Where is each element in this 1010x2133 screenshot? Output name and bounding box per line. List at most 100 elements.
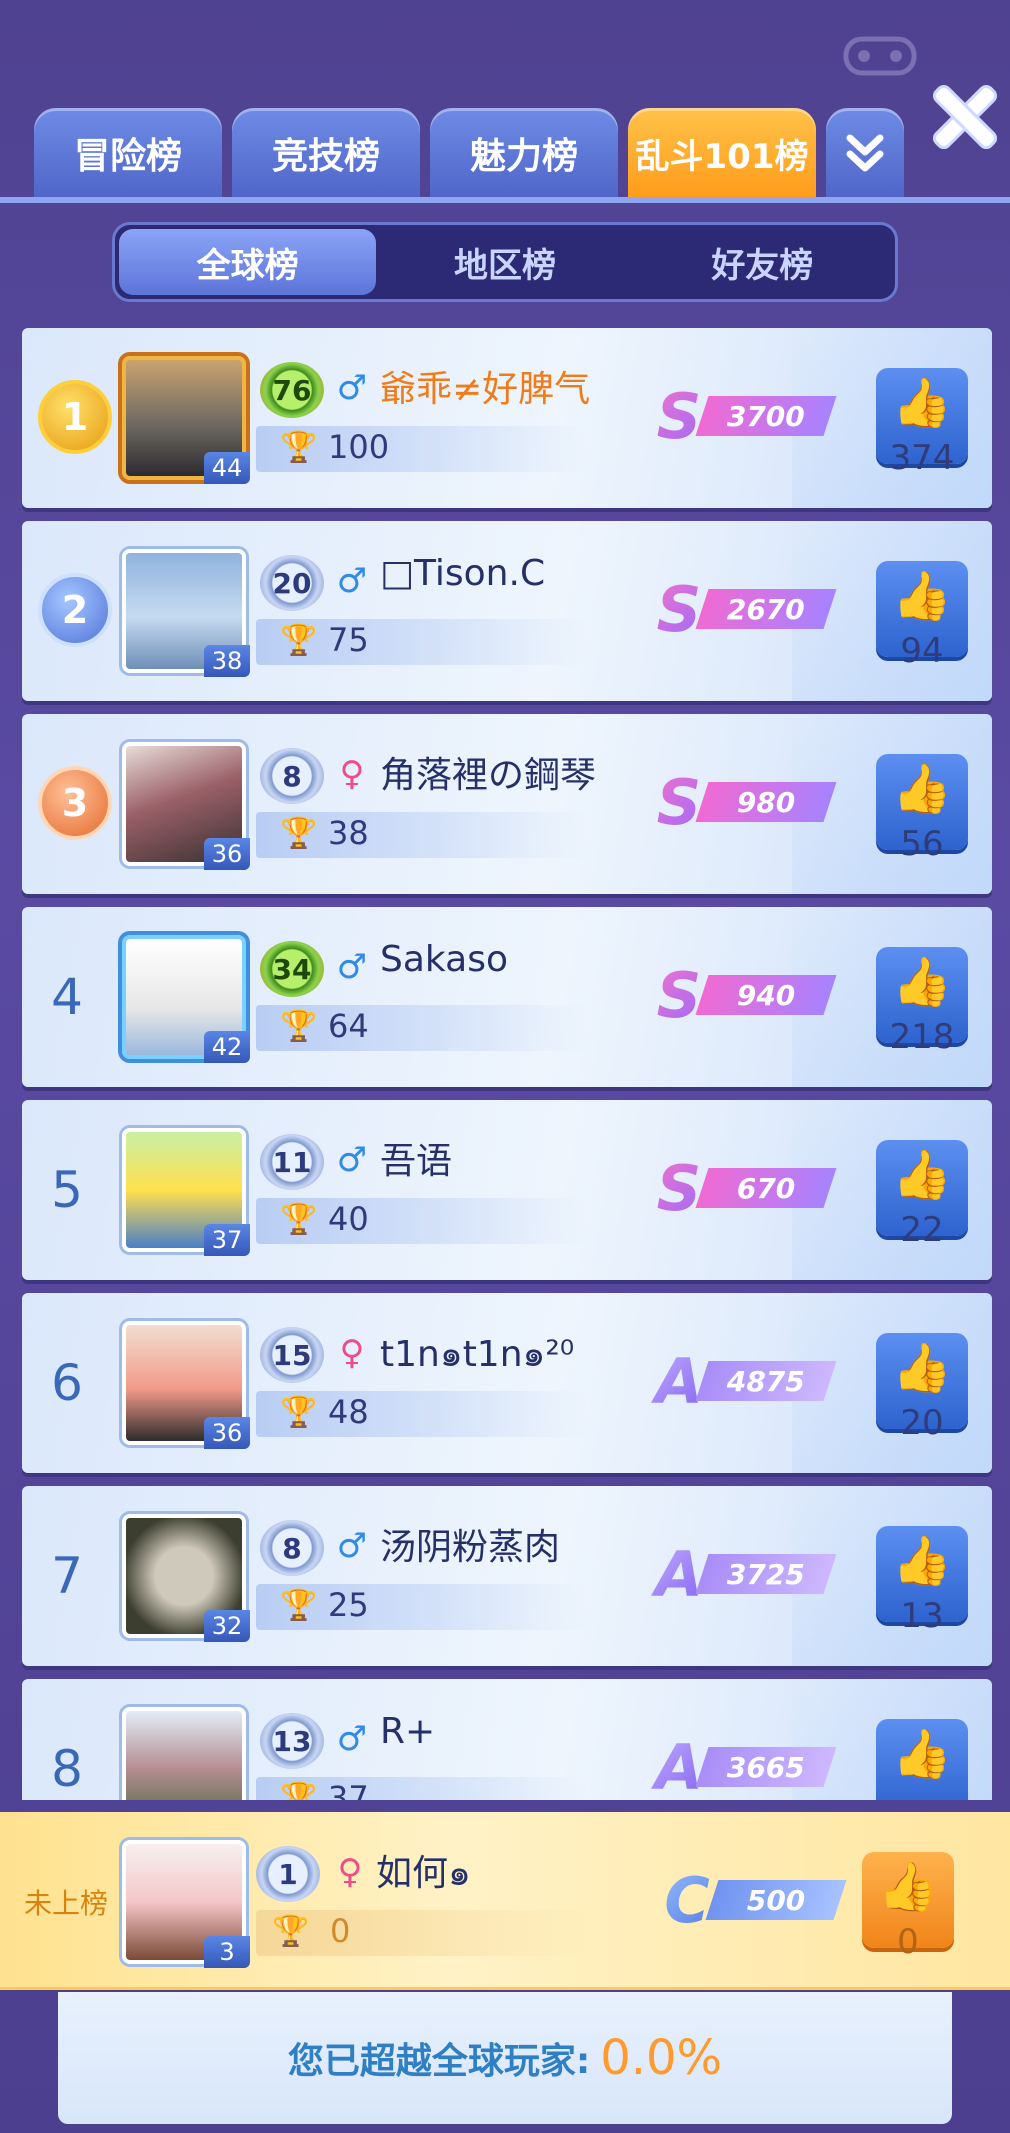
level-medal: 1 — [256, 1846, 320, 1902]
avatar[interactable]: 3 — [122, 1840, 250, 1968]
score-value: 25 — [328, 1586, 369, 1624]
rank-medal-gold: 1 — [38, 380, 112, 454]
tab-charm[interactable]: 魅力榜 — [430, 108, 618, 198]
player-name: 如何๑ — [376, 1853, 471, 1894]
avatar-level-badge: 37 — [204, 1224, 250, 1256]
trophy-icon: 🏆 — [280, 1009, 318, 1044]
rank-number: 7 — [51, 1547, 83, 1605]
grade-points: 3700 — [695, 396, 837, 436]
like-count: 94 — [900, 631, 944, 671]
scope-tabs: 全球榜 地区榜 好友榜 — [112, 222, 898, 302]
tab-brawl-101[interactable]: 乱斗101榜 — [628, 108, 816, 198]
thumbs-up-icon: 👍 — [892, 1726, 952, 1782]
like-button[interactable]: 👍 — [876, 1719, 968, 1800]
leaderboard-tabs: 冒险榜 竞技榜 魅力榜 乱斗101榜 — [34, 108, 904, 198]
surpass-label: 您已超越全球玩家: — [287, 2041, 591, 2082]
avatar[interactable] — [122, 1707, 246, 1800]
avatar[interactable]: 36 — [122, 1321, 250, 1449]
level-medal: 34 — [260, 941, 324, 997]
like-count: 218 — [889, 1017, 955, 1057]
grade-points: 940 — [695, 975, 837, 1015]
grade-points: 2670 — [695, 589, 837, 629]
thumbs-up-icon: 👍 — [892, 568, 952, 624]
trophy-icon: 🏆 — [280, 623, 318, 658]
tab-adventure[interactable]: 冒险榜 — [34, 108, 222, 198]
avatar-image — [122, 1707, 246, 1800]
my-rank-bar: 未上榜 3 1 ♀ 如何๑ 🏆 0 C 500 👍 0 — [0, 1812, 1010, 1990]
more-tabs-button[interactable] — [826, 108, 904, 198]
tab-global[interactable]: 全球榜 — [119, 229, 377, 295]
player-name: 吾语 — [380, 1141, 453, 1182]
rank-medal-silver: 2 — [38, 573, 112, 647]
leaderboard-list[interactable]: 1 44 76 ♂ 爺乖≠好脾气 🏆 100 S 3700 👍 374 2 38… — [22, 328, 992, 1800]
score-value: 48 — [328, 1393, 369, 1431]
player-name: 汤阴粉蒸肉 — [380, 1527, 561, 1568]
avatar-level-badge: 42 — [204, 1031, 250, 1063]
female-icon: ♀ — [337, 1852, 363, 1892]
thumbs-up-icon: 👍 — [892, 954, 952, 1010]
male-icon: ♂ — [336, 947, 368, 987]
avatar-level-badge: 32 — [204, 1610, 250, 1642]
level-medal: 8 — [260, 748, 324, 804]
chevron-double-down-icon — [846, 134, 884, 172]
female-icon: ♀ — [339, 754, 365, 794]
grade-points: 670 — [695, 1168, 837, 1208]
tab-friends[interactable]: 好友榜 — [634, 229, 891, 295]
trophy-icon: 🏆 — [280, 1202, 318, 1237]
surpass-percent: 0.0% — [600, 2030, 723, 2086]
list-item[interactable]: 4 42 34 ♂ Sakaso 🏆 64 S 940 👍 218 — [22, 907, 992, 1087]
rank-number: 8 — [51, 1740, 83, 1798]
unranked-label: 未上榜 — [24, 1887, 109, 1920]
female-icon: ♀ — [339, 1333, 365, 1373]
trophy-icon: 🏆 — [280, 1781, 318, 1800]
like-count: 0 — [897, 1922, 919, 1962]
grade-points: 980 — [695, 782, 837, 822]
avatar[interactable]: 37 — [122, 1128, 250, 1256]
score-value: 100 — [328, 428, 390, 466]
level-medal: 20 — [260, 555, 324, 611]
score-value: 64 — [328, 1007, 369, 1045]
close-icon[interactable] — [928, 82, 998, 152]
male-icon: ♂ — [336, 1140, 368, 1180]
male-icon: ♂ — [336, 368, 368, 408]
list-item[interactable]: 6 36 15 ♀ t1n๑t1n๑²⁰ 🏆 48 A 4875 👍 20 — [22, 1293, 992, 1473]
avatar-level-badge: 38 — [204, 645, 250, 677]
avatar[interactable]: 36 — [122, 742, 250, 870]
player-name: t1n๑t1n๑²⁰ — [380, 1334, 575, 1375]
like-count: 374 — [889, 438, 955, 478]
player-name: R+ — [380, 1711, 436, 1752]
avatar[interactable]: 32 — [122, 1514, 250, 1642]
thumbs-up-icon: 👍 — [892, 1340, 952, 1396]
avatar-level-badge: 44 — [204, 452, 250, 484]
avatar[interactable]: 44 — [122, 356, 250, 484]
list-item[interactable]: 5 37 11 ♂ 吾语 🏆 40 S 670 👍 22 — [22, 1100, 992, 1280]
grade-points: 4875 — [695, 1361, 837, 1401]
list-item[interactable]: 8 13 ♂ R+ 🏆 37 A 3665 👍 — [22, 1679, 992, 1800]
player-name: □Tison.C — [380, 553, 546, 594]
rank-number: 5 — [51, 1161, 83, 1219]
player-name: 爺乖≠好脾气 — [380, 369, 591, 410]
avatar-level-badge: 3 — [204, 1936, 250, 1968]
avatar[interactable]: 42 — [122, 935, 250, 1063]
list-item[interactable]: 7 32 8 ♂ 汤阴粉蒸肉 🏆 25 A 3725 👍 13 — [22, 1486, 992, 1666]
male-icon: ♂ — [336, 1719, 368, 1759]
tab-region[interactable]: 地区榜 — [376, 229, 633, 295]
list-item[interactable]: 1 44 76 ♂ 爺乖≠好脾气 🏆 100 S 3700 👍 374 — [22, 328, 992, 508]
avatar-level-badge: 36 — [204, 838, 250, 870]
trophy-icon: 🏆 — [280, 430, 318, 465]
list-item[interactable]: 3 36 8 ♀ 角落裡の鋼琴 🏆 38 S 980 👍 56 — [22, 714, 992, 894]
score-value: 38 — [328, 814, 369, 852]
player-name: Sakaso — [380, 939, 508, 980]
score-value: 37 — [328, 1779, 369, 1800]
tab-arena[interactable]: 竞技榜 — [232, 108, 420, 198]
score-value: 40 — [328, 1200, 369, 1238]
thumbs-up-icon: 👍 — [892, 375, 952, 431]
male-icon: ♂ — [336, 561, 368, 601]
list-item[interactable]: 2 38 20 ♂ □Tison.C 🏆 75 S 2670 👍 94 — [22, 521, 992, 701]
avatar[interactable]: 38 — [122, 549, 250, 677]
player-name: 角落裡の鋼琴 — [380, 755, 597, 796]
trophy-icon: 🏆 — [280, 816, 318, 851]
level-medal: 13 — [260, 1713, 324, 1769]
thumbs-up-icon: 👍 — [878, 1859, 938, 1915]
thumbs-up-icon: 👍 — [892, 1533, 952, 1589]
